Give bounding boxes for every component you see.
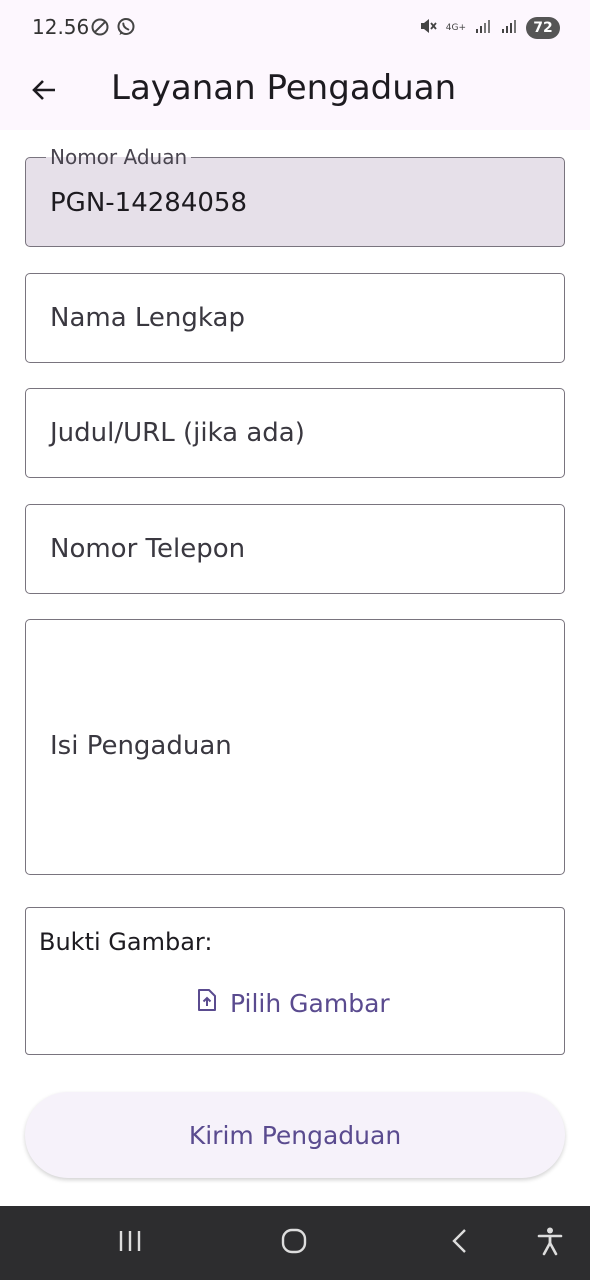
app-screen: 12.56 4G+ 72 Layanan Pengaduan Nomor Adu… bbox=[0, 0, 590, 1280]
file-upload-icon bbox=[196, 988, 218, 1018]
complaint-number-label: Nomor Aduan bbox=[46, 145, 192, 169]
complaint-number-field[interactable]: Nomor Aduan PGN-14284058 bbox=[25, 145, 565, 247]
phone-placeholder: Nomor Telepon bbox=[50, 534, 246, 564]
complaint-number-value: PGN-14284058 bbox=[50, 188, 247, 218]
do-not-disturb-icon bbox=[90, 17, 110, 41]
accessibility-icon bbox=[537, 1226, 563, 1260]
chevron-left-icon bbox=[450, 1227, 470, 1259]
app-bar: Layanan Pengaduan bbox=[0, 56, 590, 130]
signal-icon bbox=[474, 17, 492, 39]
submit-complaint-button[interactable]: Kirim Pengaduan bbox=[25, 1092, 565, 1178]
battery-indicator: 72 bbox=[526, 17, 560, 39]
complaint-body-textarea[interactable]: Isi Pengaduan bbox=[25, 619, 565, 875]
complaint-body-placeholder: Isi Pengaduan bbox=[50, 731, 232, 761]
nav-home-button[interactable] bbox=[274, 1226, 314, 1260]
system-nav-bar bbox=[0, 1206, 590, 1280]
nav-back-button[interactable] bbox=[440, 1226, 480, 1260]
title-url-input[interactable]: Judul/URL (jika ada) bbox=[25, 388, 565, 478]
full-name-input[interactable]: Nama Lengkap bbox=[25, 273, 565, 363]
pick-image-button[interactable]: Pilih Gambar bbox=[196, 988, 390, 1018]
arrow-left-icon bbox=[30, 76, 58, 108]
phone-input[interactable]: Nomor Telepon bbox=[25, 504, 565, 594]
pick-image-label: Pilih Gambar bbox=[230, 988, 390, 1018]
status-time: 12.56 bbox=[32, 15, 90, 39]
title-url-placeholder: Judul/URL (jika ada) bbox=[50, 418, 305, 448]
page-title: Layanan Pengaduan bbox=[111, 68, 457, 108]
whatsapp-icon bbox=[116, 17, 136, 41]
nav-accessibility-button[interactable] bbox=[530, 1226, 570, 1260]
full-name-placeholder: Nama Lengkap bbox=[50, 303, 245, 333]
attachment-label: Bukti Gambar: bbox=[39, 928, 213, 956]
recents-icon bbox=[117, 1229, 143, 1257]
home-icon bbox=[280, 1227, 308, 1259]
status-right-icons: 4G+ 72 bbox=[418, 16, 560, 40]
status-left-icons bbox=[90, 17, 136, 41]
signal-icon-2 bbox=[500, 17, 518, 39]
back-button[interactable] bbox=[18, 66, 70, 118]
attachment-box: Bukti Gambar: Pilih Gambar bbox=[25, 907, 565, 1055]
status-bar: 12.56 4G+ 72 bbox=[0, 0, 590, 56]
nav-recents-button[interactable] bbox=[110, 1226, 150, 1260]
mute-icon bbox=[418, 16, 438, 40]
network-type: 4G+ bbox=[445, 22, 466, 33]
